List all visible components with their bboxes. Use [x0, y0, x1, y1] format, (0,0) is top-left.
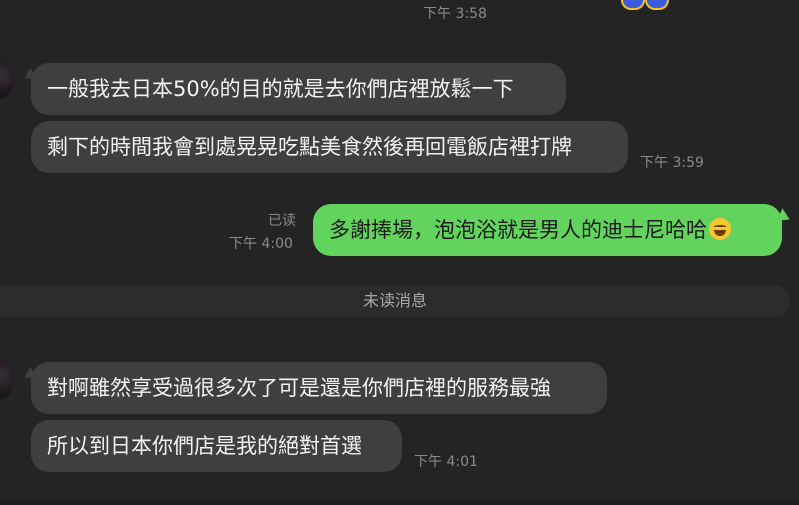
incoming-message-bubble[interactable]: 對啊雖然享受過很多次了可是還是你們店裡的服務最強: [31, 362, 607, 414]
outgoing-message-bubble[interactable]: 多謝捧場，泡泡浴就是男人的迪士尼哈哈: [313, 204, 782, 256]
message-timestamp: 下午 4:00: [229, 236, 293, 252]
bottom-divider: [0, 500, 799, 505]
message-text: 多謝捧場，泡泡浴就是男人的迪士尼哈哈: [329, 218, 707, 242]
avatar[interactable]: [0, 58, 14, 100]
unread-divider-label: 未读消息: [362, 291, 427, 310]
chat-screen: 下午 3:58 一般我去日本50%的目的就是去你們店裡放鬆一下 剩下的時間我會到…: [0, 0, 799, 505]
message-timestamp: 下午 3:59: [640, 155, 704, 171]
read-receipt: 已读: [268, 213, 296, 229]
incoming-message-bubble[interactable]: 剩下的時間我會到處晃晃吃點美食然後再回電飯店裡打牌: [31, 121, 628, 173]
incoming-message-bubble[interactable]: 所以到日本你們店是我的絕對首選: [31, 420, 402, 472]
grinning-face-emoji-icon: [709, 218, 731, 240]
message-text: 對啊雖然享受過很多次了可是還是你們店裡的服務最強: [47, 376, 551, 400]
message-text: 一般我去日本50%的目的就是去你們店裡放鬆一下: [47, 77, 514, 101]
incoming-message-bubble[interactable]: 一般我去日本50%的目的就是去你們店裡放鬆一下: [31, 63, 566, 115]
sticker-image[interactable]: [621, 0, 669, 10]
unread-divider: 未读消息: [0, 285, 790, 317]
message-text: 剩下的時間我會到處晃晃吃點美食然後再回電飯店裡打牌: [47, 135, 572, 159]
message-text: 所以到日本你們店是我的絕對首選: [47, 434, 362, 458]
message-timestamp: 下午 3:58: [423, 6, 487, 22]
message-timestamp: 下午 4:01: [414, 454, 478, 470]
avatar[interactable]: [0, 358, 14, 400]
